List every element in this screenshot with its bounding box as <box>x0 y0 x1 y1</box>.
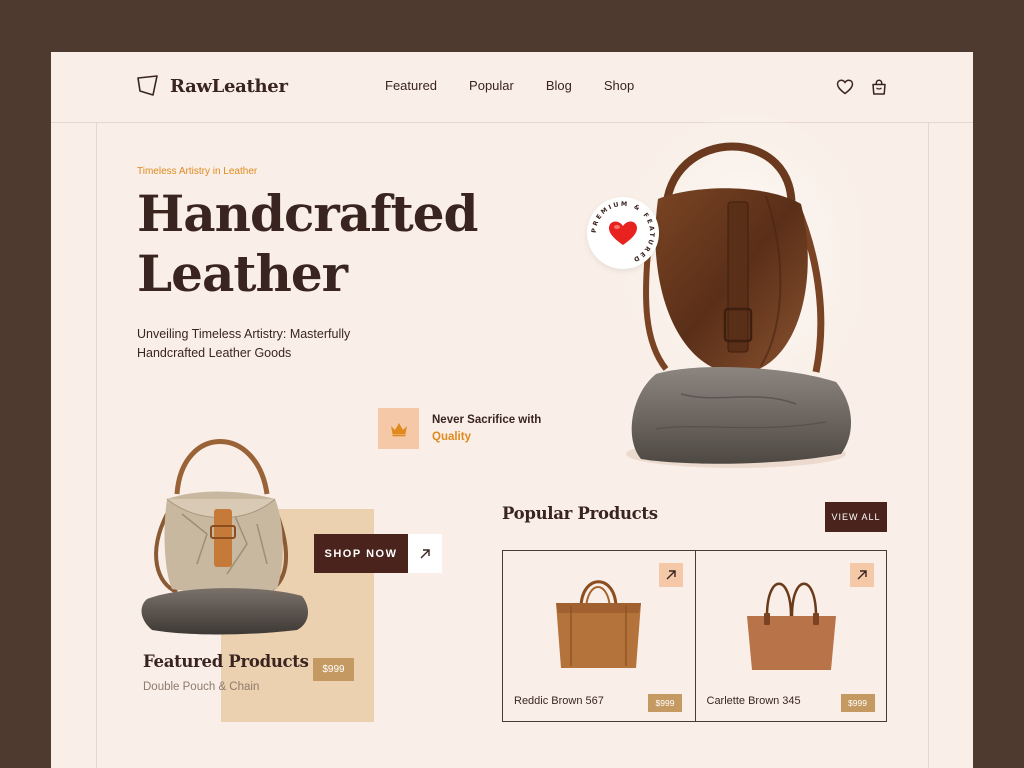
heart-badge-icon <box>609 221 637 245</box>
product-card[interactable]: Carlette Brown 345 $999 <box>694 551 887 721</box>
shop-now-button[interactable]: SHOP NOW <box>314 534 408 573</box>
shopping-bag-icon[interactable] <box>870 78 888 96</box>
featured-subtitle: Double Pouch & Chain <box>143 681 260 693</box>
logo-icon <box>137 75 158 96</box>
product-cards: Reddic Brown 567 $999 Carlette Brown 345… <box>502 550 887 722</box>
quality-line2: Quality <box>432 431 471 443</box>
hero-eyebrow: Timeless Artistry in Leather <box>137 166 258 177</box>
view-all-button[interactable]: VIEW ALL <box>825 502 887 532</box>
popular-title: Popular Products <box>502 504 658 523</box>
premium-badge: PREMIUM & FEATURED <box>587 197 659 269</box>
nav-item-blog[interactable]: Blog <box>546 78 572 93</box>
nav-item-featured[interactable]: Featured <box>385 78 437 93</box>
featured-title: Featured Products <box>143 652 309 671</box>
shop-now-arrow-button[interactable] <box>408 534 442 573</box>
arrow-up-right-icon <box>666 570 676 580</box>
product-price-tag: $999 <box>648 694 682 712</box>
nav-item-shop[interactable]: Shop <box>604 78 634 93</box>
quality-text: Never Sacrifice with Quality <box>432 412 541 446</box>
product-name: Carlette Brown 345 <box>706 695 801 707</box>
quality-crown-box <box>378 408 419 449</box>
product-card-arrow-button[interactable] <box>658 563 683 587</box>
page: RawLeather Featured Popular Blog Shop Ti… <box>51 52 973 768</box>
product-card-arrow-button[interactable] <box>850 563 874 587</box>
logo[interactable]: RawLeather <box>136 74 288 98</box>
quality-line1: Never Sacrifice with <box>432 414 542 426</box>
hero-title-line1: Handcrafted <box>137 184 479 243</box>
hero-title: Handcrafted Leather <box>137 184 479 304</box>
guide-line-left <box>96 123 97 768</box>
main-nav: Featured Popular Blog Shop <box>385 78 634 93</box>
featured-bag-image <box>141 439 309 635</box>
hero-title-line2: Leather <box>137 244 348 303</box>
brand-name: RawLeather <box>170 75 288 97</box>
header-icons <box>836 78 888 96</box>
product-image <box>746 582 836 670</box>
featured-price-tag: $999 <box>313 658 354 681</box>
crown-icon <box>390 422 407 436</box>
product-name: Reddic Brown 567 <box>514 695 604 707</box>
hero-subtitle: Unveiling Timeless Artistry: Masterfully… <box>137 327 351 360</box>
product-image <box>556 580 641 668</box>
nav-item-popular[interactable]: Popular <box>469 78 514 93</box>
product-price-tag: $999 <box>840 694 875 712</box>
hero-bag-image <box>616 114 861 468</box>
premium-badge-graphic: PREMIUM & FEATURED <box>591 201 653 264</box>
guide-line-right <box>928 123 929 768</box>
product-card[interactable]: Reddic Brown 567 $999 <box>503 551 695 721</box>
arrow-up-right-icon <box>420 548 430 558</box>
arrow-up-right-icon <box>857 570 867 580</box>
heart-icon[interactable] <box>836 78 854 96</box>
